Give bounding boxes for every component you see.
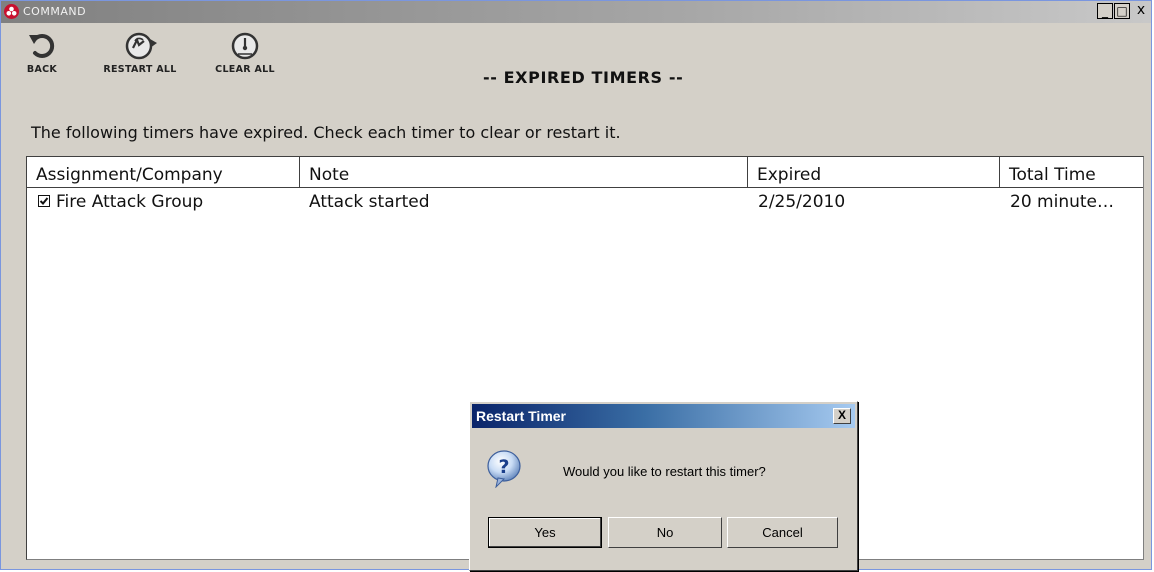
back-button[interactable]: BACK — [21, 29, 63, 75]
column-header-note[interactable]: Note — [300, 157, 748, 187]
restart-all-button[interactable]: RESTART ALL — [99, 29, 181, 75]
list-header: Assignment/Company Note Expired Total Ti… — [27, 157, 1143, 188]
page-title: -- EXPIRED TIMERS -- — [483, 68, 684, 87]
assignment-text: Fire Attack Group — [56, 192, 204, 212]
stopwatch-icon — [229, 29, 261, 61]
maximize-button[interactable]: □ — [1114, 3, 1130, 19]
restart-timer-icon — [124, 29, 157, 61]
no-button[interactable]: No — [608, 517, 722, 548]
clear-all-button[interactable]: CLEAR ALL — [207, 29, 283, 75]
expired-cell: 2/25/2010 — [758, 192, 846, 212]
dialog-title-bar[interactable]: Restart Timer X — [472, 404, 855, 428]
dialog-title: Restart Timer — [476, 408, 567, 424]
question-icon: ? — [486, 448, 522, 489]
yes-button[interactable]: Yes — [488, 517, 602, 548]
cancel-button[interactable]: Cancel — [727, 517, 838, 548]
app-icon — [4, 4, 19, 19]
close-button[interactable]: x — [1133, 3, 1149, 19]
restart-all-label: RESTART ALL — [103, 64, 177, 75]
restart-timer-dialog: Restart Timer X ? Would you like to rest… — [469, 401, 858, 571]
svg-text:?: ? — [498, 456, 509, 478]
instructions-text: The following timers have expired. Check… — [31, 123, 621, 142]
timer-checkbox[interactable] — [38, 194, 50, 207]
assignment-cell: Fire Attack Group — [38, 189, 300, 215]
column-header-assignment[interactable]: Assignment/Company — [27, 157, 300, 187]
undo-arrow-icon — [26, 29, 58, 61]
minimize-button[interactable]: _ — [1097, 3, 1113, 19]
note-cell: Attack started — [309, 192, 430, 212]
window-title: COMMAND — [23, 5, 87, 18]
column-header-expired[interactable]: Expired — [748, 157, 1000, 187]
dialog-close-button[interactable]: X — [833, 408, 851, 424]
window-title-bar[interactable]: COMMAND _ □ x — [1, 1, 1151, 23]
total-time-cell: 20 minute… — [1010, 192, 1114, 212]
clear-all-label: CLEAR ALL — [215, 64, 275, 75]
back-label: BACK — [26, 64, 58, 75]
dialog-message: Would you like to restart this timer? — [563, 464, 766, 479]
table-row[interactable]: Fire Attack Group Attack started 2/25/20… — [27, 189, 1143, 215]
column-header-total-time[interactable]: Total Time — [1000, 157, 1141, 187]
